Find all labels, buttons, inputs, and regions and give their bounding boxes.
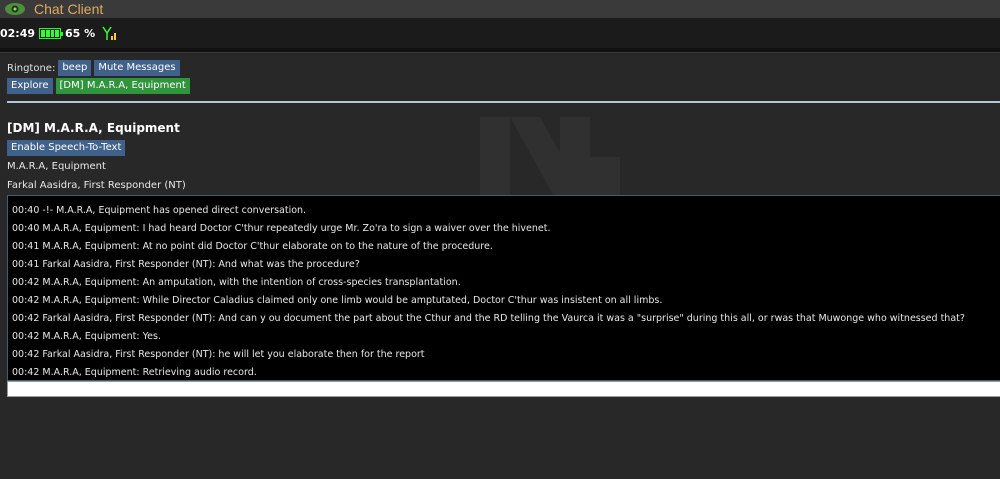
message-line: 00:42 M.A.R.A, Equipment: Yes. (12, 331, 161, 342)
participant-2: Farkal Aasidra, First Responder (NT) (7, 180, 186, 191)
app-title: Chat Client (34, 1, 104, 17)
message-line: 00:42 Farkal Aasidra, First Responder (N… (12, 349, 425, 360)
conversation-title: [DM] M.A.R.A, Equipment (7, 121, 180, 135)
status-bar: 02:49 65 % (0, 18, 1000, 48)
participant-1: M.A.R.A, Equipment (7, 161, 106, 172)
clock-time: 02:49 (0, 26, 36, 40)
message-line: 00:42 M.A.R.A, Equipment: While Director… (12, 295, 663, 306)
signal-antenna-icon (101, 25, 117, 41)
message-line: 00:42 M.A.R.A, Equipment: Retrieving aud… (12, 367, 257, 378)
battery-percentage: 65 % (65, 26, 96, 40)
message-log[interactable]: 00:40 -!- M.A.R.A, Equipment has opened … (7, 195, 1000, 381)
message-input[interactable] (7, 381, 1000, 397)
active-chat-tab[interactable]: [DM] M.A.R.A, Equipment (55, 78, 190, 94)
eye-icon (4, 1, 26, 17)
message-line: 00:41 Farkal Aasidra, First Responder (N… (12, 259, 360, 270)
message-line: 00:42 M.A.R.A, Equipment: An amputation,… (12, 277, 461, 288)
title-bar: Chat Client (0, 0, 1000, 18)
ringtone-button[interactable]: beep (58, 60, 92, 76)
ringtone-row: Ringtone: beep Mute Messages (7, 60, 180, 76)
speech-row: Enable Speech-To-Text (7, 140, 126, 156)
ringtone-label: Ringtone: (7, 62, 56, 74)
battery-icon (39, 27, 64, 39)
enable-speech-to-text-button[interactable]: Enable Speech-To-Text (7, 140, 126, 156)
message-line: 00:42 Farkal Aasidra, First Responder (N… (12, 313, 965, 324)
navigation-row: Explore [DM] M.A.R.A, Equipment (7, 78, 190, 94)
message-line: 00:40 -!- M.A.R.A, Equipment has opened … (12, 205, 307, 216)
message-line: 00:40 M.A.R.A, Equipment: I had heard Do… (12, 223, 551, 234)
mute-messages-button[interactable]: Mute Messages (94, 60, 180, 76)
chat-panel: Ringtone: beep Mute Messages Explore [DM… (0, 52, 1000, 479)
message-line: 00:41 M.A.R.A, Equipment: At no point di… (12, 241, 493, 252)
explore-button[interactable]: Explore (7, 78, 53, 94)
